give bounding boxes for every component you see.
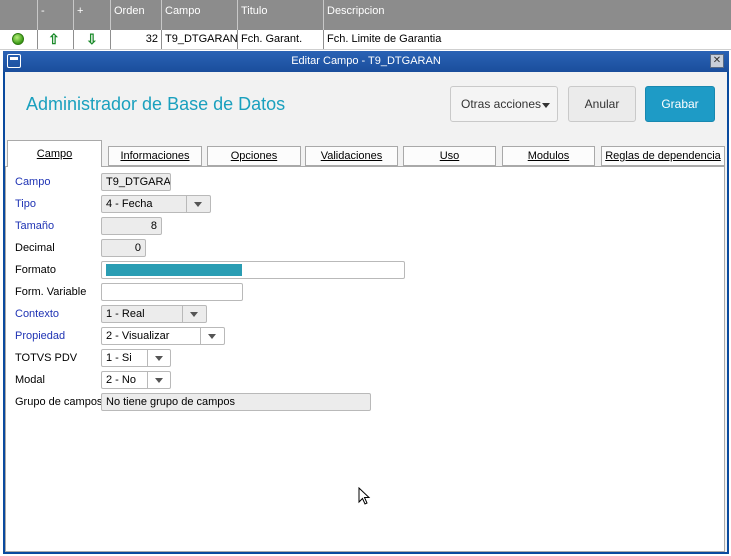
table-row[interactable]: ⇧ ⇩ 32 T9_DTGARAN Fch. Garant. Fch. Limi… — [0, 30, 731, 50]
campo-field[interactable]: T9_DTGARA — [101, 173, 171, 191]
save-button[interactable]: Grabar — [645, 86, 715, 122]
orden-cell: 32 — [111, 30, 162, 49]
grid-header: - + Orden Campo Titulo Descripcion — [0, 0, 731, 30]
select-separator — [186, 196, 187, 212]
grid-header-orden[interactable]: Orden — [111, 0, 162, 30]
modal-value: 2 - No — [106, 374, 136, 386]
tipo-select[interactable]: 4 - Fecha — [101, 195, 211, 213]
tab-bar: Campo Informaciones Opciones Validacione… — [5, 138, 727, 167]
grid-header-titulo[interactable]: Titulo — [238, 0, 324, 30]
page-title: Administrador de Base de Datos — [26, 94, 286, 114]
campo-cell: T9_DTGARAN — [162, 30, 238, 49]
modal-label: Modal — [15, 374, 45, 386]
arrow-down-icon[interactable]: ⇩ — [86, 31, 98, 47]
chevron-down-icon — [190, 312, 198, 317]
move-down-cell[interactable]: ⇩ — [74, 30, 111, 49]
fields-grid: - + Orden Campo Titulo Descripcion ⇧ ⇩ 3… — [0, 0, 731, 52]
contexto-value: 1 - Real — [106, 308, 145, 320]
chevron-down-icon — [208, 334, 216, 339]
tab-informaciones[interactable]: Informaciones — [108, 146, 202, 166]
grid-header-plus[interactable]: + — [74, 0, 111, 30]
tamano-field[interactable]: 8 — [101, 217, 162, 235]
campo-label: Campo — [15, 176, 51, 188]
contexto-select[interactable]: 1 - Real — [101, 305, 207, 323]
dialog-header: Administrador de Base de Datos Otras acc… — [5, 72, 727, 136]
edit-field-dialog: Editar Campo - T9_DTGARAN ✕ Administrado… — [3, 51, 729, 554]
formato-selection — [106, 264, 242, 276]
status-cell — [0, 30, 38, 49]
dialog-title: Editar Campo - T9_DTGARAN — [291, 55, 441, 67]
formato-field[interactable] — [101, 261, 405, 279]
formato-label: Formato — [15, 264, 56, 276]
select-separator — [182, 306, 183, 322]
arrow-up-icon[interactable]: ⇧ — [48, 31, 60, 47]
titulo-cell: Fch. Garant. — [238, 30, 324, 49]
dialog-content: Administrador de Base de Datos Otras acc… — [5, 72, 727, 552]
chevron-down-icon — [542, 103, 550, 108]
close-icon: ✕ — [712, 55, 722, 66]
move-up-cell[interactable]: ⇧ — [38, 30, 74, 49]
totvs-pdv-label: TOTVS PDV — [15, 352, 78, 364]
propiedad-label: Propiedad — [15, 330, 66, 342]
tab-modulos[interactable]: Modulos — [502, 146, 595, 166]
status-dot-icon — [12, 33, 24, 45]
grid-header-status — [0, 0, 38, 30]
decimal-label: Decimal — [15, 242, 55, 254]
contexto-label: Contexto — [15, 308, 60, 320]
close-button[interactable]: ✕ — [710, 54, 724, 68]
chevron-down-icon — [194, 202, 202, 207]
more-actions-button[interactable]: Otras acciones — [450, 86, 558, 122]
tipo-value: 4 - Fecha — [106, 198, 153, 210]
totvs-pdv-select[interactable]: 1 - Si — [101, 349, 171, 367]
totvs-pdv-value: 1 - Si — [106, 352, 132, 364]
more-actions-label: Otras acciones — [461, 97, 542, 111]
cancel-button[interactable]: Anular — [568, 86, 636, 122]
grid-header-descripcion[interactable]: Descripcion — [324, 0, 731, 30]
chevron-down-icon — [155, 356, 163, 361]
grid-header-campo[interactable]: Campo — [162, 0, 238, 30]
select-separator — [200, 328, 201, 344]
tab-campo[interactable]: Campo — [7, 140, 102, 167]
grid-header-minus[interactable]: - — [38, 0, 74, 30]
propiedad-value: 2 - Visualizar — [106, 330, 170, 342]
form-variable-label: Form. Variable — [15, 286, 87, 298]
tipo-label: Tipo — [15, 198, 36, 210]
mouse-cursor-icon — [358, 487, 371, 505]
descripcion-cell: Fch. Limite de Garantia — [327, 33, 442, 45]
tab-reglas-de-dependencia[interactable]: Reglas de dependencia — [601, 146, 725, 166]
select-separator — [147, 372, 148, 388]
tab-uso[interactable]: Uso — [403, 146, 496, 166]
grupo-label: Grupo de campos — [15, 396, 103, 408]
tamano-label: Tamaño — [15, 220, 55, 232]
dialog-titlebar[interactable]: Editar Campo - T9_DTGARAN ✕ — [3, 51, 729, 72]
decimal-field[interactable]: 0 — [101, 239, 146, 257]
grupo-field[interactable]: No tiene grupo de campos — [101, 393, 371, 411]
modal-select[interactable]: 2 - No — [101, 371, 171, 389]
chevron-down-icon — [155, 378, 163, 383]
select-separator — [147, 350, 148, 366]
form-variable-field[interactable] — [101, 283, 243, 301]
tab-validaciones[interactable]: Validaciones — [305, 146, 398, 166]
propiedad-select[interactable]: 2 - Visualizar — [101, 327, 225, 345]
tab-opciones[interactable]: Opciones — [207, 146, 301, 166]
